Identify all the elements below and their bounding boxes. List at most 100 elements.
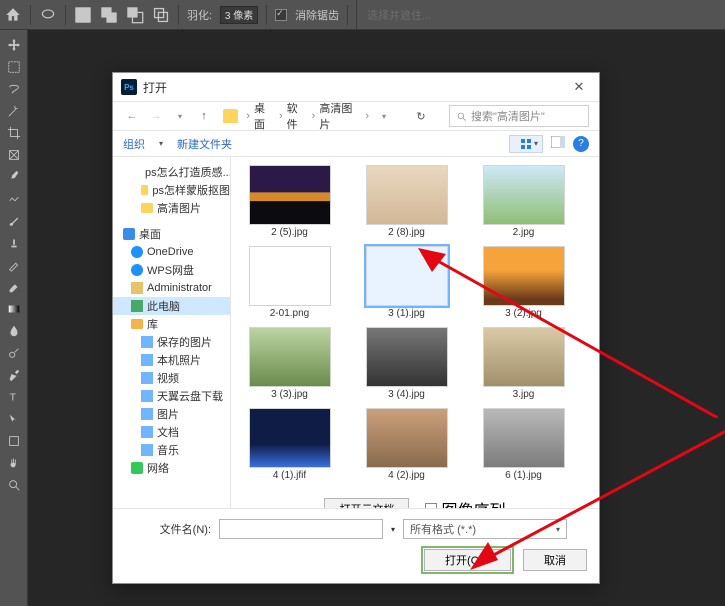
tree-item[interactable]: ps怎么打造质感... xyxy=(113,163,230,181)
tree-item[interactable]: 高清图片 xyxy=(113,199,230,217)
eyedropper-tool-icon[interactable] xyxy=(2,166,26,187)
new-folder-button[interactable]: 新建文件夹 xyxy=(177,136,232,152)
separator xyxy=(178,5,179,25)
move-tool-icon[interactable] xyxy=(2,34,26,55)
tree-item[interactable]: OneDrive xyxy=(113,243,230,261)
type-tool-icon[interactable]: T xyxy=(2,386,26,407)
file-item[interactable]: 3 (3).jpg xyxy=(237,327,342,400)
file-item[interactable]: 3 (4).jpg xyxy=(354,327,459,400)
refresh-icon[interactable]: ↻ xyxy=(411,106,431,126)
tree-item[interactable]: 音乐 xyxy=(113,441,230,459)
feather-input[interactable] xyxy=(220,6,258,24)
file-item[interactable]: 2-01.png xyxy=(237,246,342,319)
tree-item[interactable]: ps怎样蒙版抠图 xyxy=(113,181,230,199)
file-type-combo[interactable]: 所有格式 (*.*) ▾ xyxy=(403,519,567,539)
cancel-button[interactable]: 取消 xyxy=(523,549,587,571)
selection-new-icon[interactable] xyxy=(74,6,92,24)
lasso-tool-icon[interactable] xyxy=(2,78,26,99)
frame-tool-icon[interactable] xyxy=(2,144,26,165)
hand-tool-icon[interactable] xyxy=(2,452,26,473)
file-item[interactable]: 6 (1).jpg xyxy=(471,408,576,481)
anti-alias-checkbox[interactable] xyxy=(275,9,287,21)
file-item[interactable]: 4 (1).jfif xyxy=(237,408,342,481)
search-input[interactable]: 搜索"高清图片" xyxy=(449,105,589,127)
dialog-title: 打开 xyxy=(143,79,167,96)
gradient-tool-icon[interactable] xyxy=(2,298,26,319)
ps-options-bar: 羽化: 消除锯齿 选择并遮住... xyxy=(0,0,725,30)
brush-tool-icon[interactable] xyxy=(2,210,26,231)
nav-up-icon[interactable]: ↑ xyxy=(195,107,213,125)
file-item[interactable]: 2 (8).jpg xyxy=(354,165,459,238)
organize-button[interactable]: 组织 xyxy=(123,136,145,152)
file-item[interactable]: 4 (2).jpg xyxy=(354,408,459,481)
marquee-tool-icon[interactable] xyxy=(2,56,26,77)
folder-tree[interactable]: ps怎么打造质感... ps怎样蒙版抠图 高清图片 桌面 OneDrive WP… xyxy=(113,157,231,508)
eraser-tool-icon[interactable] xyxy=(2,276,26,297)
breadcrumb-seg[interactable]: 软件 xyxy=(287,100,308,132)
help-icon[interactable]: ? xyxy=(573,136,589,152)
selection-subtract-icon[interactable] xyxy=(126,6,144,24)
zoom-tool-icon[interactable] xyxy=(2,474,26,495)
filename-label: 文件名(N): xyxy=(125,521,211,537)
crop-tool-icon[interactable] xyxy=(2,122,26,143)
svg-text:T: T xyxy=(9,391,16,403)
file-grid[interactable]: 2 (5).jpg 2 (8).jpg 2.jpg 2-01.png 3 (1)… xyxy=(231,157,599,508)
file-item[interactable]: 2.jpg xyxy=(471,165,576,238)
filename-input[interactable] xyxy=(219,519,383,539)
search-placeholder: 搜索"高清图片" xyxy=(471,108,545,124)
selection-add-icon[interactable] xyxy=(100,6,118,24)
breadcrumb-dropdown-icon[interactable]: ▾ xyxy=(375,107,393,125)
home-icon[interactable] xyxy=(4,6,22,24)
tree-item[interactable]: 天翼云盘下载 xyxy=(113,387,230,405)
breadcrumb-seg[interactable]: 桌面 xyxy=(254,100,275,132)
separator xyxy=(266,5,267,25)
nav-back-icon[interactable]: ← xyxy=(123,107,141,125)
thumbnails-icon xyxy=(521,139,531,149)
open-cloud-button[interactable]: 打开云文档 xyxy=(324,498,409,508)
folder-icon xyxy=(223,109,238,123)
feather-label: 羽化: xyxy=(187,7,212,23)
anti-alias-label: 消除锯齿 xyxy=(295,7,339,23)
heal-tool-icon[interactable] xyxy=(2,188,26,209)
tree-item[interactable]: 保存的图片 xyxy=(113,333,230,351)
dialog-body: ps怎么打造质感... ps怎样蒙版抠图 高清图片 桌面 OneDrive WP… xyxy=(113,157,599,508)
chevron-down-icon[interactable]: ▾ xyxy=(391,525,395,534)
tree-item-desktop[interactable]: 桌面 xyxy=(113,225,230,243)
tree-item-thispc[interactable]: 此电脑 xyxy=(113,297,230,315)
history-brush-icon[interactable] xyxy=(2,254,26,275)
wand-tool-icon[interactable] xyxy=(2,100,26,121)
blur-tool-icon[interactable] xyxy=(2,320,26,341)
open-button[interactable]: 打开(O) ▾ xyxy=(424,549,511,571)
file-item[interactable]: 3.jpg xyxy=(471,327,576,400)
breadcrumb[interactable]: › 桌面 › 软件 › 高清图片 › xyxy=(219,100,369,132)
pen-tool-icon[interactable] xyxy=(2,364,26,385)
tree-item[interactable]: 视频 xyxy=(113,369,230,387)
lasso-icon[interactable] xyxy=(39,6,57,24)
chevron-down-icon[interactable]: ▾ xyxy=(171,107,189,125)
file-item-selected[interactable]: 3 (1).jpg xyxy=(354,246,459,319)
tree-item[interactable]: 文档 xyxy=(113,423,230,441)
breadcrumb-seg[interactable]: 高清图片 xyxy=(319,100,361,132)
selection-intersect-icon[interactable] xyxy=(152,6,170,24)
dialog-titlebar[interactable]: Ps 打开 ✕ xyxy=(113,73,599,101)
view-mode-button[interactable]: ▾ xyxy=(509,135,543,153)
tree-item[interactable]: 网络 xyxy=(113,459,230,477)
stamp-tool-icon[interactable] xyxy=(2,232,26,253)
tree-item[interactable]: WPS网盘 xyxy=(113,261,230,279)
preview-pane-icon[interactable] xyxy=(551,136,565,151)
dodge-tool-icon[interactable] xyxy=(2,342,26,363)
close-icon[interactable]: ✕ xyxy=(567,77,591,97)
path-tool-icon[interactable] xyxy=(2,408,26,429)
file-item[interactable]: 3 (2).jpg xyxy=(471,246,576,319)
nav-forward-icon[interactable]: → xyxy=(147,107,165,125)
tree-item[interactable]: 本机照片 xyxy=(113,351,230,369)
select-and-mask-button[interactable]: 选择并遮住... xyxy=(356,0,441,29)
tree-item[interactable]: 图片 xyxy=(113,405,230,423)
tree-item[interactable]: Administrator xyxy=(113,279,230,297)
shape-tool-icon[interactable] xyxy=(2,430,26,451)
ps-app-icon: Ps xyxy=(121,79,137,95)
search-icon xyxy=(456,111,467,122)
file-item[interactable]: 2 (5).jpg xyxy=(237,165,342,238)
file-type-value: 所有格式 (*.*) xyxy=(410,521,476,537)
tree-item[interactable]: 库 xyxy=(113,315,230,333)
